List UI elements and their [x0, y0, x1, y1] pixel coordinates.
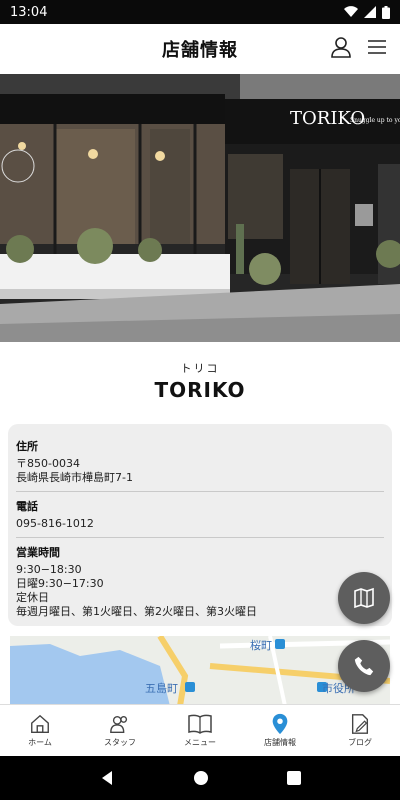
shop-name-block: トリコ TORIKO [0, 342, 400, 424]
address-line: 長崎県長崎市樺島町7-1 [16, 471, 133, 484]
map-fab-button[interactable] [338, 572, 390, 624]
home-icon [31, 714, 49, 733]
app-header: 店舗情報 [0, 24, 400, 74]
hours-line: 定休日 [16, 591, 49, 604]
tab-blog[interactable]: ブログ [320, 705, 400, 756]
map-label-gotomachi: 五島町 [145, 681, 178, 695]
phone-number[interactable]: 095-816-1012 [16, 517, 384, 531]
recents-icon[interactable] [287, 771, 301, 785]
bottom-tab-bar: ホーム スタッフ メニュー 店舗情報 ブログ [0, 704, 400, 756]
status-bar: 13:04 [0, 0, 400, 24]
phone-section: 電話 095-816-1012 [16, 492, 384, 538]
hours-line: 日曜9:30−17:30 [16, 577, 104, 590]
tab-home[interactable]: ホーム [0, 705, 80, 756]
address-section: 住所 〒850-0034 長崎県長崎市樺島町7-1 [16, 432, 384, 492]
tab-label: 店舗情報 [264, 738, 296, 747]
location-pin-icon [272, 713, 288, 735]
wifi-icon [344, 6, 358, 18]
status-icons [344, 5, 390, 19]
page-title: 店舗情報 [162, 40, 238, 61]
map-label-sakuramachi: 桜町 [250, 638, 272, 652]
hours-label: 営業時間 [16, 546, 60, 559]
hours-line: 毎週月曜日、第1火曜日、第2火曜日、第3火曜日 [16, 605, 257, 618]
phone-icon [354, 656, 374, 676]
staff-icon [110, 715, 128, 733]
status-time: 13:04 [10, 4, 48, 20]
shop-name: TORIKO [154, 378, 246, 402]
home-circle-icon[interactable] [193, 770, 209, 786]
hours-line: 9:30−18:30 [16, 563, 82, 576]
menu-book-icon [188, 714, 212, 734]
shop-map[interactable]: 桜町 五島町 市役所 [10, 636, 390, 706]
hamburger-menu-icon[interactable] [366, 36, 388, 58]
hours-section: 営業時間 9:30−18:30 日曜9:30−17:30 定休日 毎週月曜日、第… [16, 538, 384, 625]
tab-staff[interactable]: スタッフ [80, 705, 160, 756]
battery-icon [382, 5, 390, 19]
tab-label: ホーム [28, 738, 52, 747]
signal-icon [364, 6, 376, 18]
shop-info-card: 住所 〒850-0034 長崎県長崎市樺島町7-1 電話 095-816-101… [8, 424, 392, 626]
store-sign-subtext: Snuggle up to your LIFE [350, 117, 400, 124]
shop-furigana: トリコ [180, 362, 220, 375]
tab-label: ブログ [348, 738, 372, 747]
map-icon [354, 587, 374, 609]
storefront-image: TORIKO Snuggle up to your LIFE [0, 74, 400, 342]
phone-label: 電話 [16, 500, 38, 513]
tab-menu[interactable]: メニュー [160, 705, 240, 756]
account-icon[interactable] [330, 36, 352, 58]
address-label: 住所 [16, 440, 38, 453]
tab-label: メニュー [184, 738, 216, 747]
blog-icon [351, 714, 369, 734]
tab-shop-info[interactable]: 店舗情報 [240, 705, 320, 756]
call-fab-button[interactable] [338, 640, 390, 692]
system-nav-bar [0, 756, 400, 800]
back-icon[interactable] [99, 770, 115, 786]
address-line: 〒850-0034 [16, 457, 80, 470]
tab-label: スタッフ [104, 738, 136, 747]
